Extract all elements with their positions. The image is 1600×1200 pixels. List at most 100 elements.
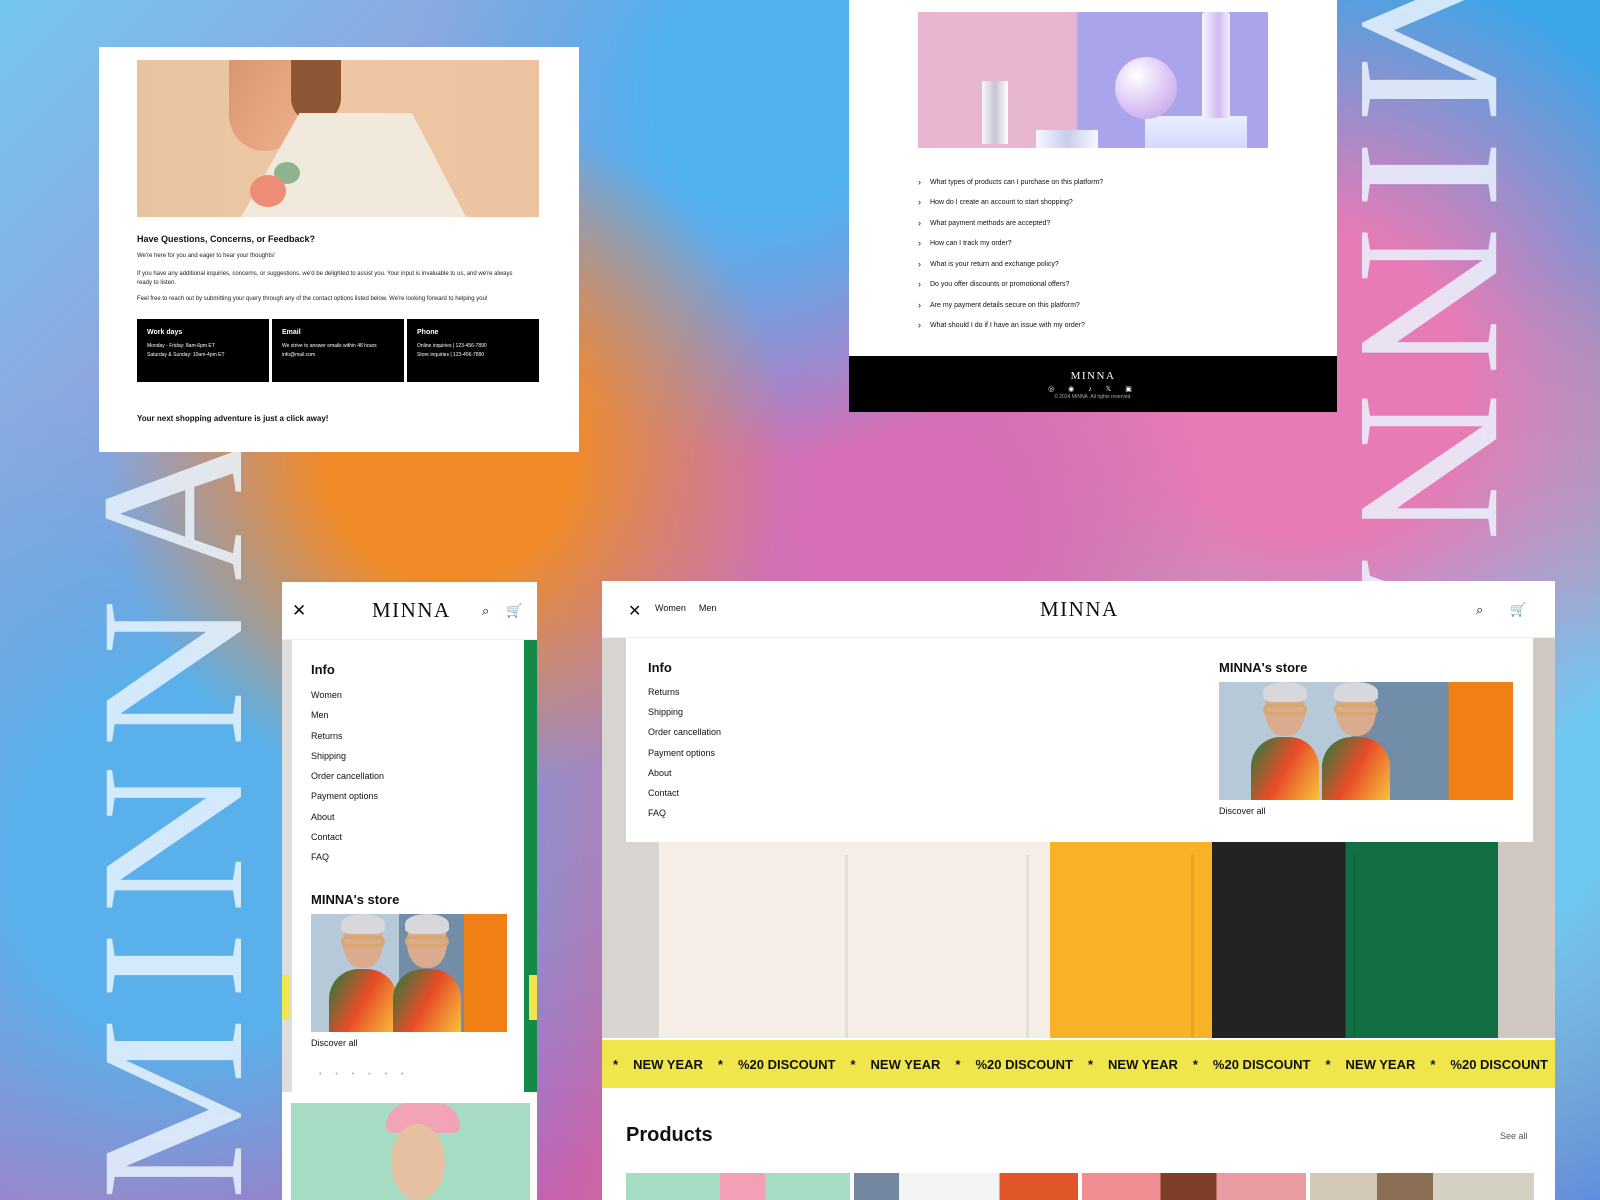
product-thumbnails [626, 1173, 1534, 1200]
phone-box[interactable]: Phone Online inquiries | 123-456-7890 St… [407, 319, 539, 382]
discover-all-link[interactable]: Discover all [1219, 806, 1513, 816]
sunglasses-icon [1263, 704, 1307, 715]
faq-item[interactable]: › Do you offer discounts or promotional o… [918, 275, 1288, 296]
model-body [1251, 737, 1319, 800]
info-heading: Info [648, 660, 672, 675]
model-hair [405, 913, 449, 934]
product-thumb[interactable] [1082, 1173, 1306, 1200]
faq-question: Do you offer discounts or promotional of… [930, 281, 1070, 289]
faq-item[interactable]: › What should I do if I have an issue wit… [918, 316, 1288, 337]
mobile-logo[interactable]: MINNA [372, 598, 451, 623]
model-face [391, 1124, 445, 1200]
faq-item[interactable]: › How can I track my order? [918, 234, 1288, 255]
faq-question: How do I create an account to start shop… [930, 199, 1073, 207]
menu-item-order-cancellation[interactable]: Order cancellation [648, 722, 848, 742]
ticker-separator: * [613, 1056, 619, 1072]
email-response-time: We strive to answer emails within 48 hou… [282, 343, 377, 349]
email-box[interactable]: Email We strive to answer emails within … [272, 319, 404, 382]
menu-item-returns[interactable]: Returns [311, 726, 505, 746]
copyright-text: © 2024 MINNA. All rights reserved. [1054, 394, 1132, 400]
desktop-header: ✕ Women Men MINNA ⌕ 🛒 [602, 581, 1555, 638]
menu-item-payment-options[interactable]: Payment options [648, 743, 848, 763]
desktop-menu-panel: ✕ Women Men MINNA ⌕ 🛒 Info Returns Shipp… [602, 581, 1555, 1200]
fabric-fold [1026, 855, 1029, 1038]
work-days-box: Work days Monday - Friday: 8am-6pm ET Sa… [137, 319, 269, 382]
see-all-link[interactable]: See all [1500, 1131, 1528, 1141]
model-body [1322, 737, 1390, 800]
fabric-fold [1353, 855, 1356, 1038]
ticker-separator: * [1325, 1056, 1331, 1072]
search-icon[interactable]: ⌕ [482, 603, 489, 619]
nav-men[interactable]: Men [699, 603, 717, 613]
menu-item-shipping[interactable]: Shipping [648, 702, 848, 722]
mobile-menu-panel: ✕ MINNA ⌕ 🛒 Info Women Men Returns Shipp… [282, 582, 537, 1200]
faq-question: What types of products can I purchase on… [930, 178, 1104, 186]
faq-item[interactable]: › What payment methods are accepted? [918, 213, 1288, 234]
discover-all-link[interactable]: Discover all [311, 1038, 505, 1048]
cart-icon[interactable]: 🛒 [1510, 602, 1526, 618]
mobile-header: ✕ MINNA ⌕ 🛒 [282, 582, 537, 640]
menu-item-order-cancellation[interactable]: Order cancellation [311, 766, 505, 786]
model-body [329, 968, 397, 1032]
contact-page-panel: Have Questions, Concerns, or Feedback? W… [99, 47, 579, 452]
store-image[interactable] [1219, 682, 1513, 800]
contact-options: Work days Monday - Friday: 8am-6pm ET Sa… [137, 319, 539, 382]
menu-item-returns[interactable]: Returns [648, 682, 848, 702]
ticker-item: NEW YEAR [870, 1056, 941, 1072]
ticker-separator: * [1430, 1056, 1436, 1072]
store-image[interactable] [311, 913, 507, 1032]
chevron-right-icon: › [918, 320, 921, 331]
close-icon[interactable]: ✕ [628, 601, 641, 621]
product-thumb[interactable] [854, 1173, 1078, 1200]
cosmetic-vial [982, 81, 1008, 144]
product-thumb[interactable] [626, 1173, 850, 1200]
products-heading: Products [626, 1124, 713, 1146]
site-footer: MINNA ◎ ◉ ♪ 𝕏 ▣ © 2024 MINNA. All rights… [849, 356, 1337, 412]
phone-title: Phone [417, 329, 439, 336]
contact-instructions: Feel free to reach out by submitting you… [137, 296, 488, 302]
desktop-dropdown-menu: Info Returns Shipping Order cancellation… [626, 638, 1533, 842]
desktop-logo[interactable]: MINNA [1040, 597, 1119, 622]
menu-item-payment-options[interactable]: Payment options [311, 786, 505, 806]
menu-item-women[interactable]: Women [311, 685, 505, 705]
email-address[interactable]: info@mail.com [282, 351, 394, 360]
menu-item-faq[interactable]: FAQ [311, 847, 505, 867]
chevron-right-icon: › [918, 217, 921, 228]
faq-item[interactable]: › Are my payment details secure on this p… [918, 295, 1288, 316]
menu-item-contact[interactable]: Contact [311, 827, 505, 847]
faq-question: What should I do if I have an issue with… [930, 322, 1085, 330]
footer-logo[interactable]: MINNA [849, 370, 1337, 382]
menu-item-contact[interactable]: Contact [648, 783, 848, 803]
menu-item-faq[interactable]: FAQ [648, 803, 848, 823]
ticker-separator: * [1087, 1056, 1094, 1072]
desktop-store-title: MINNA's store [1219, 660, 1308, 675]
carousel-pager[interactable]: • • • • • • [319, 1071, 409, 1078]
product-thumb[interactable] [1310, 1173, 1534, 1200]
mobile-store-title: MINNA's store [311, 891, 400, 907]
cosmetics-image [918, 12, 1268, 148]
menu-item-men[interactable]: Men [311, 705, 505, 725]
nav-women[interactable]: Women [655, 603, 686, 613]
model-hair [1263, 682, 1307, 702]
model-right [1322, 682, 1390, 800]
chevron-right-icon: › [918, 197, 921, 208]
product-image-cap[interactable] [291, 1103, 530, 1200]
brand-watermark-left: MINNA [59, 415, 286, 1200]
store-phone[interactable]: Store inquiries | 123-456-7890 [417, 351, 529, 360]
cart-icon[interactable]: 🛒 [506, 603, 522, 619]
social-icons[interactable]: ◎ ◉ ♪ 𝕏 ▣ [849, 385, 1337, 393]
faq-item[interactable]: › How do I create an account to start sho… [918, 193, 1288, 214]
menu-item-about[interactable]: About [648, 763, 848, 783]
online-phone[interactable]: Online inquiries | 123-456-7890 [417, 342, 529, 351]
faq-item[interactable]: › What is your return and exchange policy… [918, 254, 1288, 275]
faq-item[interactable]: › What types of products can I purchase o… [918, 172, 1288, 193]
menu-item-shipping[interactable]: Shipping [311, 746, 505, 766]
faq-question: How can I track my order? [930, 240, 1012, 248]
search-icon[interactable]: ⌕ [1476, 602, 1483, 618]
close-icon[interactable]: ✕ [292, 602, 309, 619]
fabric-fold [845, 855, 848, 1038]
faq-list: › What types of products can I purchase o… [918, 172, 1288, 336]
menu-item-about[interactable]: About [311, 807, 505, 827]
desktop-store-feature: MINNA's store Discover all [1219, 660, 1513, 816]
chevron-right-icon: › [918, 238, 921, 249]
